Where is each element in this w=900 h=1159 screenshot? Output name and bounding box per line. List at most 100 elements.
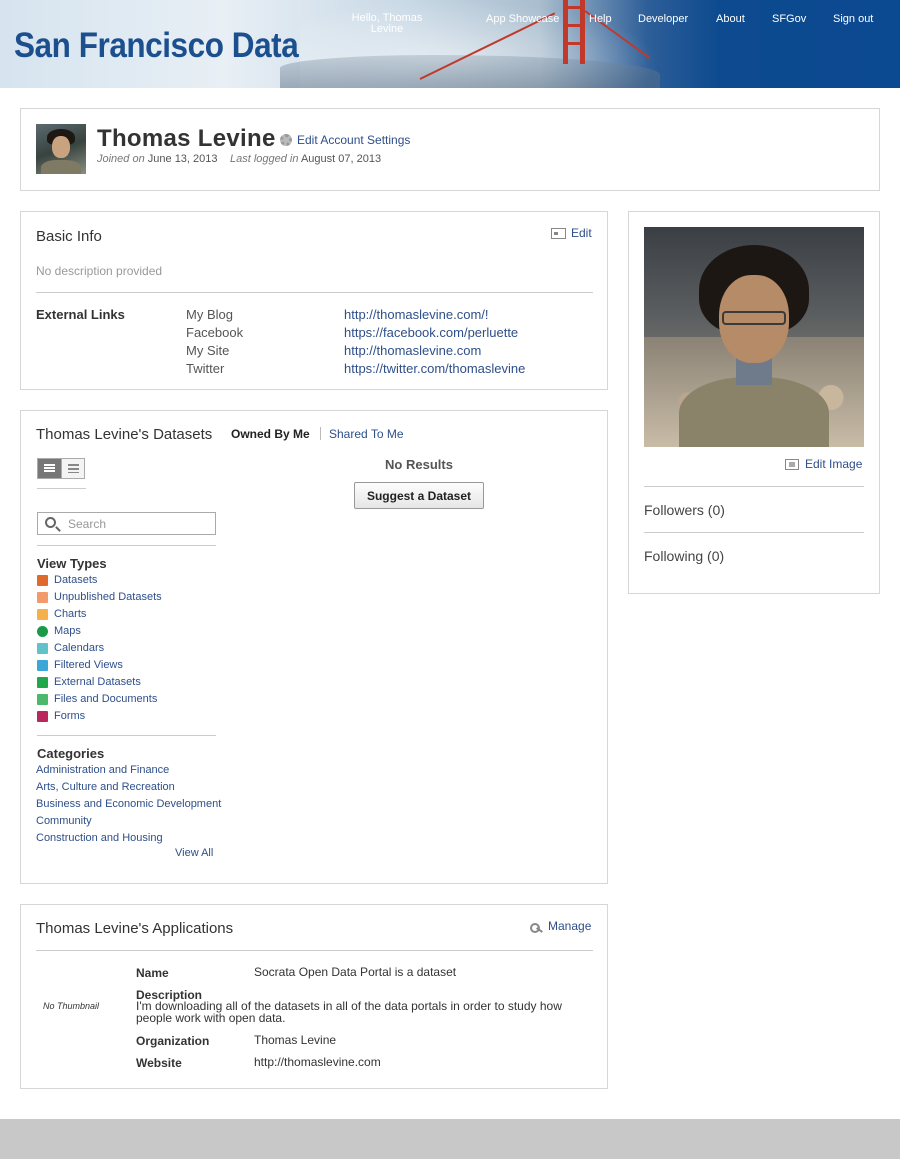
app-website-label: Website — [136, 1056, 182, 1070]
applications-panel: Thomas Levine's Applications Manage No T… — [20, 904, 608, 1089]
description-text: No description provided — [36, 264, 163, 278]
last-logged-value: August 07, 2013 — [300, 153, 382, 165]
joined-date: Joined on June 13, 2013 — [97, 153, 218, 165]
divider — [644, 486, 864, 487]
nav-developer[interactable]: Developer — [638, 13, 688, 25]
datasets-panel: Thomas Levine's Datasets Owned By Me Sha… — [20, 410, 608, 884]
view-type-label: Calendars — [54, 642, 105, 654]
unpublished-dataset-icon — [37, 592, 48, 603]
list-icon — [44, 464, 55, 473]
divider — [37, 735, 216, 736]
app-name-label: Name — [136, 966, 169, 980]
profile-sidebar: Edit Image Followers (0) Following (0) — [628, 211, 880, 594]
category-item[interactable]: Construction and Housing — [36, 832, 163, 844]
form-icon — [37, 711, 48, 722]
category-item[interactable]: Arts, Culture and Recreation — [36, 781, 175, 793]
view-type-label: Charts — [54, 608, 87, 620]
tab-owned-by-me[interactable]: Owned By Me — [231, 427, 310, 441]
link-name-twitter: Twitter — [186, 361, 225, 376]
edit-account-settings-link[interactable]: Edit Account Settings — [297, 133, 410, 147]
rich-view-button[interactable] — [61, 459, 84, 478]
view-type-label: Forms — [54, 710, 86, 722]
view-type-label: Datasets — [54, 574, 98, 586]
search-input[interactable] — [68, 515, 208, 533]
link-name-my-blog: My Blog — [186, 307, 233, 322]
view-types-heading: View Types — [37, 556, 107, 571]
tab-separator — [320, 427, 321, 440]
view-type-label: Unpublished Datasets — [54, 591, 162, 603]
nav-app-showcase[interactable]: App Showcase — [486, 13, 559, 25]
map-icon — [37, 626, 48, 637]
profile-photo — [644, 227, 864, 447]
wrench-icon — [530, 923, 542, 933]
nav-help[interactable]: Help — [589, 13, 612, 25]
nav-about[interactable]: About — [716, 13, 745, 25]
image-icon — [785, 459, 799, 470]
external-links-label: External Links — [36, 307, 125, 322]
profile-name: Thomas Levine — [97, 125, 276, 152]
applications-title: Thomas Levine's Applications — [36, 920, 234, 937]
filter-icon — [37, 660, 48, 671]
following-link[interactable]: Following (0) — [644, 548, 724, 564]
gear-icon — [280, 134, 292, 146]
joined-value: June 13, 2013 — [147, 153, 218, 165]
chart-icon — [37, 609, 48, 620]
divider — [644, 532, 864, 533]
search-icon — [45, 517, 56, 528]
divider — [37, 545, 216, 546]
joined-label: Joined on — [97, 153, 145, 165]
calendar-icon — [37, 643, 48, 654]
categories-heading: Categories — [37, 746, 105, 761]
nav-sign-out[interactable]: Sign out — [833, 13, 873, 25]
list-view-button[interactable] — [38, 459, 61, 478]
divider — [37, 488, 86, 489]
view-toggle — [37, 458, 85, 479]
datasets-title: Thomas Levine's Datasets — [36, 426, 213, 443]
dataset-search — [37, 512, 216, 535]
site-header: San Francisco Data Hello, Thomas Levine … — [0, 0, 900, 88]
divider — [36, 292, 593, 293]
basic-info-panel: Basic Info Edit No description provided … — [20, 211, 608, 390]
link-url-twitter[interactable]: https://twitter.com/thomaslevine — [344, 361, 525, 376]
rich-list-icon — [68, 464, 79, 473]
nav-sfgov[interactable]: SFGov — [772, 13, 806, 25]
app-description-value: I'm downloading all of the datasets in a… — [136, 999, 562, 1025]
top-navigation: App Showcase Help Developer About SFGov … — [0, 13, 900, 33]
avatar[interactable] — [36, 124, 86, 174]
manage-applications-link[interactable]: Manage — [548, 919, 591, 933]
view-type-label: External Datasets — [54, 676, 141, 688]
edit-icon — [551, 228, 566, 239]
last-logged-date: Last logged in August 07, 2013 — [230, 153, 381, 165]
app-organization-label: Organization — [136, 1034, 210, 1048]
view-type-label: Files and Documents — [54, 693, 158, 705]
category-item[interactable]: Administration and Finance — [36, 764, 169, 776]
view-all-categories-link[interactable]: View All — [175, 847, 213, 859]
view-type-label: Maps — [54, 625, 81, 637]
edit-image-link[interactable]: Edit Image — [805, 457, 862, 471]
dataset-icon — [37, 575, 48, 586]
category-item[interactable]: Business and Economic Development — [36, 798, 221, 810]
view-type-label: Filtered Views — [54, 659, 123, 671]
page-footer — [0, 1119, 900, 1159]
last-logged-label: Last logged in — [230, 153, 299, 165]
no-results-message: No Results — [385, 457, 453, 472]
basic-info-title: Basic Info — [36, 228, 102, 245]
file-icon — [37, 694, 48, 705]
suggest-dataset-button[interactable]: Suggest a Dataset — [354, 482, 484, 509]
link-name-my-site: My Site — [186, 343, 230, 358]
edit-basic-info-link[interactable]: Edit — [571, 226, 592, 240]
external-dataset-icon — [37, 677, 48, 688]
profile-summary: Thomas Levine Edit Account Settings Join… — [20, 108, 880, 191]
category-item[interactable]: Community — [36, 815, 92, 827]
app-name-value: Socrata Open Data Portal is a dataset — [254, 965, 457, 979]
app-organization-value: Thomas Levine — [254, 1033, 337, 1047]
link-url-facebook[interactable]: https://facebook.com/perluette — [344, 325, 518, 340]
tab-shared-to-me[interactable]: Shared To Me — [329, 427, 404, 441]
app-website-link[interactable]: http://thomaslevine.com — [254, 1055, 381, 1069]
link-url-my-blog[interactable]: http://thomaslevine.com/! — [344, 307, 489, 322]
followers-link[interactable]: Followers (0) — [644, 502, 725, 518]
link-name-facebook: Facebook — [186, 325, 244, 340]
link-url-my-site[interactable]: http://thomaslevine.com — [344, 343, 481, 358]
divider — [36, 950, 593, 951]
no-thumbnail-placeholder: No Thumbnail — [43, 1001, 100, 1011]
